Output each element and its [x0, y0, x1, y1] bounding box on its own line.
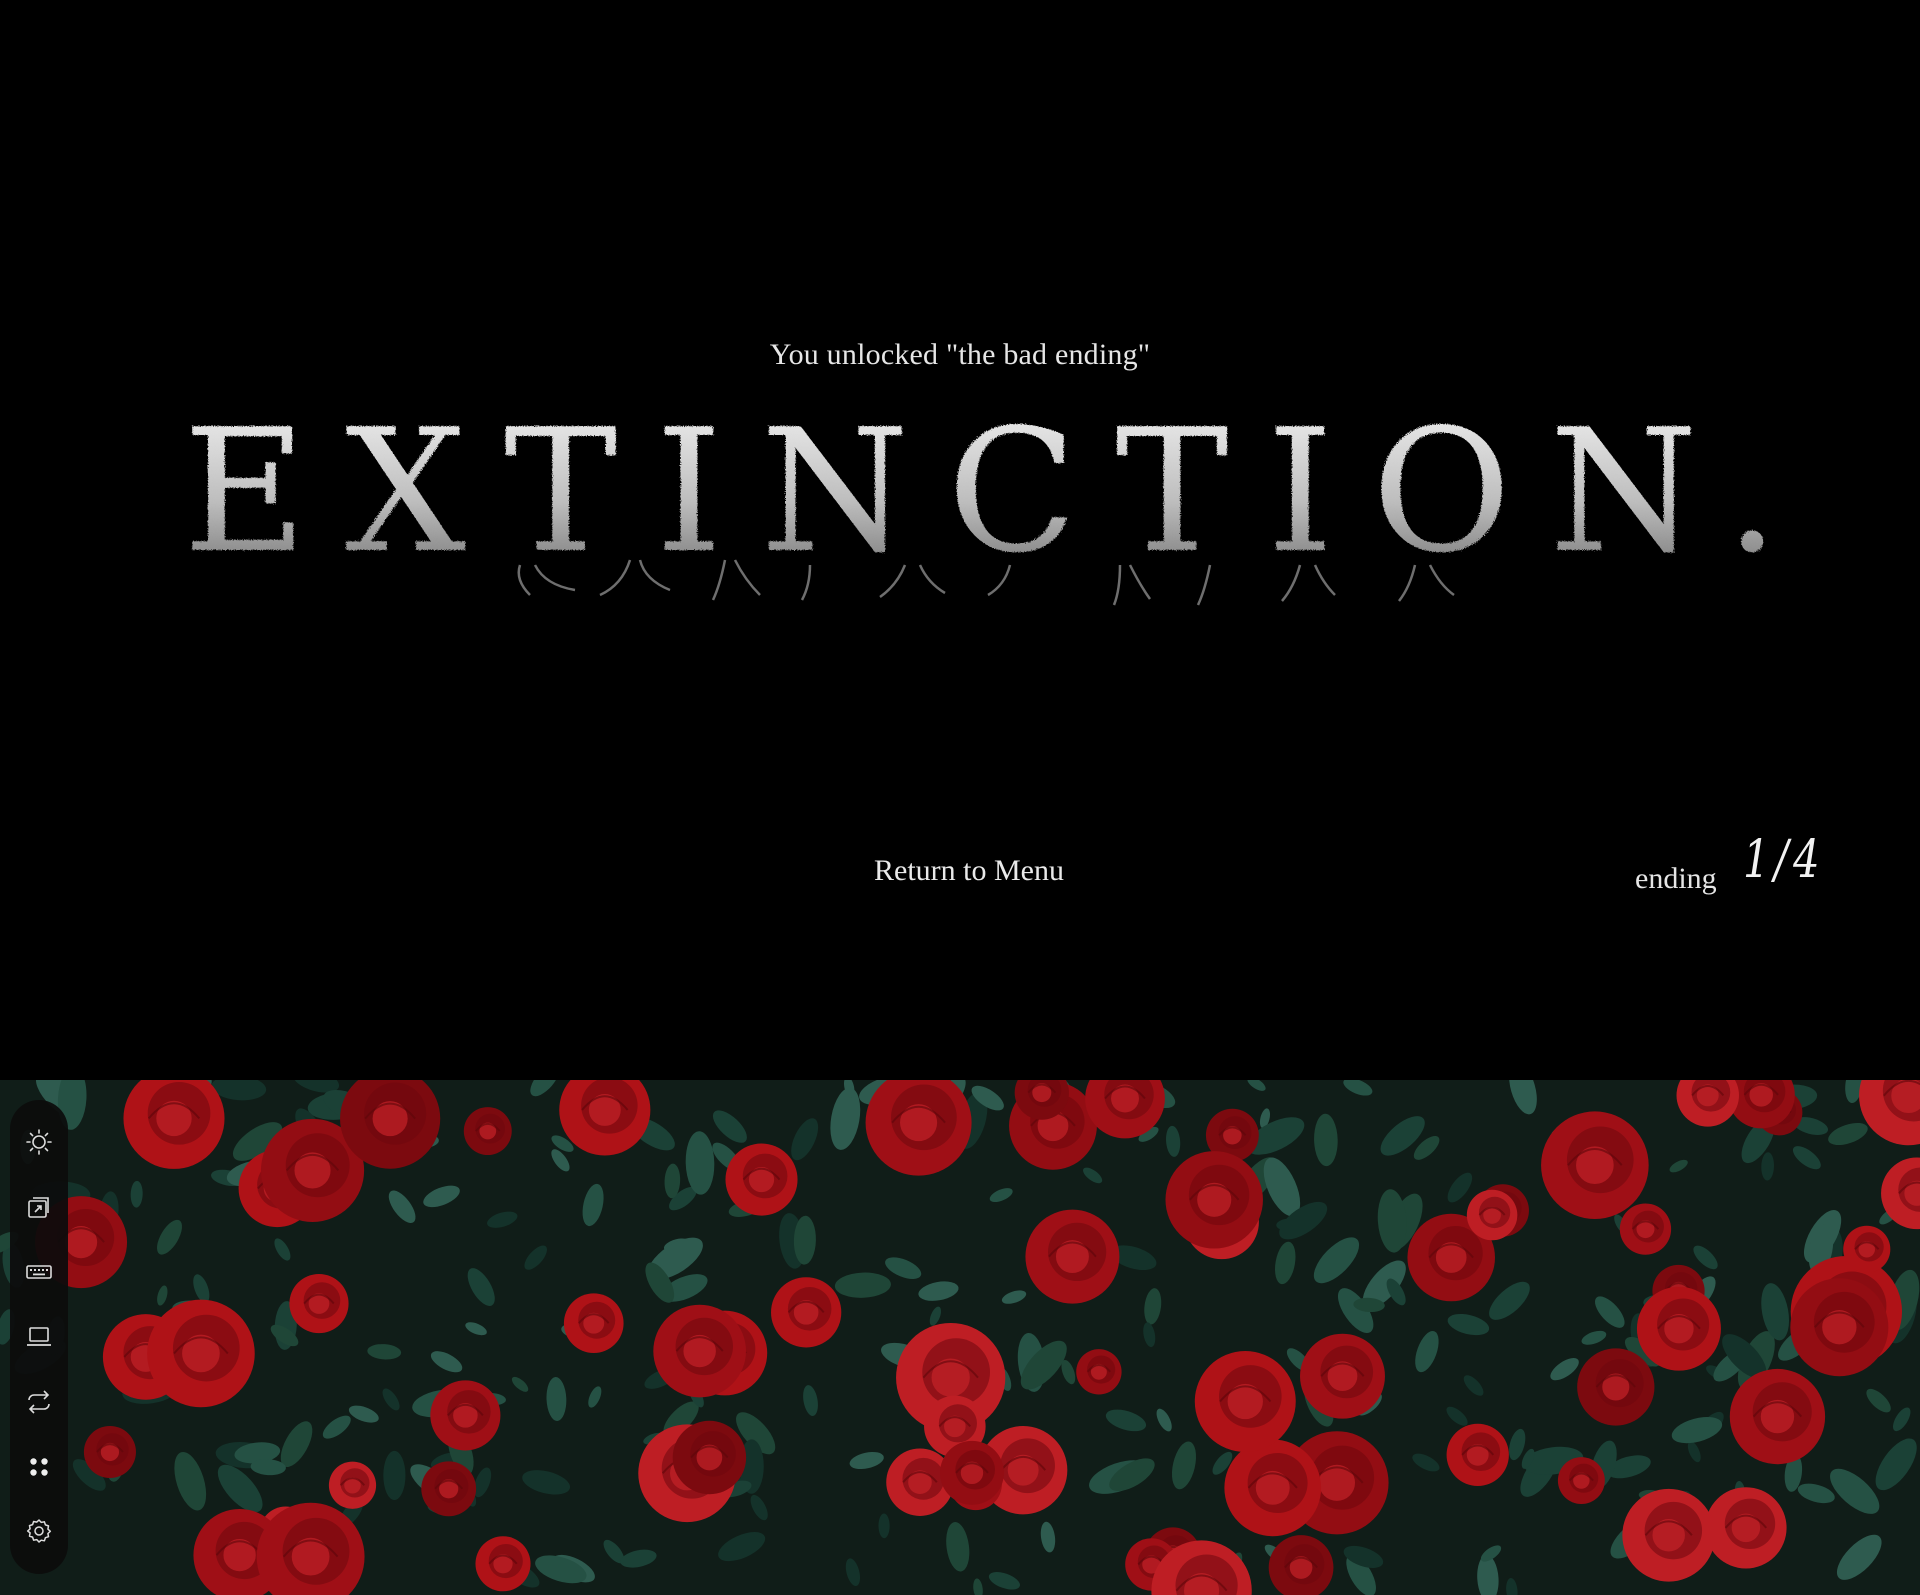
- ending-title-art: EXTINCTION.: [183, 393, 1779, 606]
- settings-gear-icon: [26, 1519, 52, 1544]
- keyboard-icon: [26, 1265, 52, 1279]
- window-switch-button[interactable]: [19, 1187, 59, 1227]
- brightness-icon: [26, 1129, 52, 1156]
- game-screen: You unlocked "the bad ending" EXTINCTION…: [0, 0, 1920, 1080]
- return-to-menu-label[interactable]: Return to Menu: [874, 854, 1064, 887]
- swap-button[interactable]: [19, 1382, 59, 1422]
- ending-title-text: EXTINCTION.: [183, 393, 1817, 591]
- laptop-button[interactable]: [19, 1317, 59, 1357]
- window-switch-icon: [28, 1197, 49, 1219]
- unlock-message: You unlocked "the bad ending": [769, 338, 1151, 371]
- apps-grid-button[interactable]: [19, 1447, 59, 1487]
- brightness-button[interactable]: [19, 1122, 59, 1162]
- return-to-menu-button[interactable]: Return to Menu: [0, 854, 1920, 888]
- apps-grid-icon: [30, 1457, 48, 1476]
- laptop-icon: [27, 1327, 51, 1346]
- ending-label: ending: [1635, 862, 1717, 895]
- side-dock: [10, 1100, 68, 1574]
- ending-counter: ending 1/4: [1635, 830, 1835, 900]
- ending-count: 1/4: [1743, 830, 1825, 890]
- keyboard-button[interactable]: [19, 1252, 59, 1292]
- ending-title-logo: EXTINCTION.: [183, 393, 1779, 620]
- swap-icon: [28, 1390, 50, 1414]
- settings-button[interactable]: [19, 1511, 59, 1551]
- rose-wallpaper-art: [0, 1080, 1920, 1595]
- rose-wallpaper: [0, 1080, 1920, 1595]
